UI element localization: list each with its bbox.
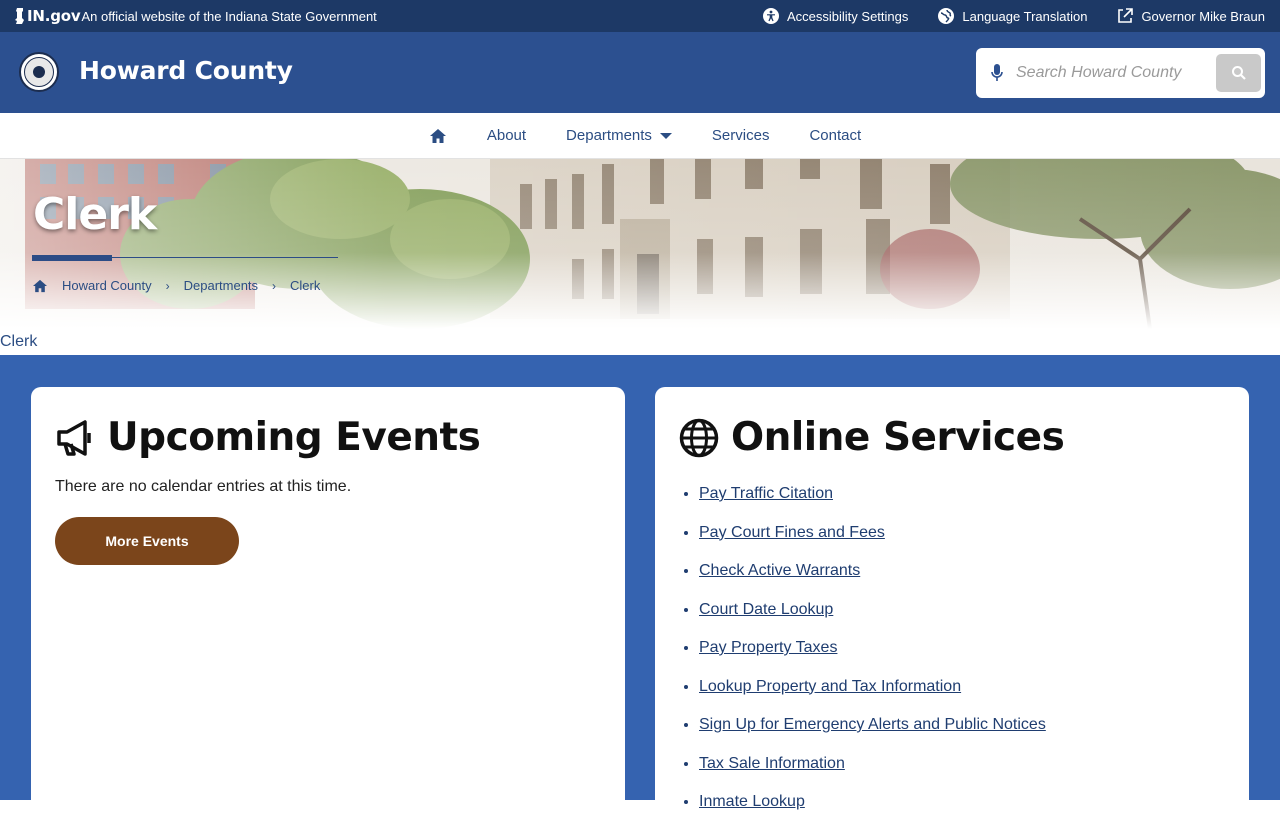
more-events-button[interactable]: More Events xyxy=(55,517,239,565)
list-item: Pay Court Fines and Fees xyxy=(699,522,1046,561)
online-services-card: Online Services Pay Traffic Citation Pay… xyxy=(655,387,1249,827)
service-link[interactable]: Court Date Lookup xyxy=(699,601,833,618)
service-link[interactable]: Pay Court Fines and Fees xyxy=(699,524,885,541)
online-services-heading: Online Services xyxy=(679,415,1065,460)
hero-banner: Clerk Howard County › Departments › Cler… xyxy=(0,159,1280,329)
language-translation-link[interactable]: Language Translation xyxy=(938,8,1087,24)
search-button[interactable] xyxy=(1216,54,1261,92)
page-title: Clerk xyxy=(33,189,157,240)
search-icon xyxy=(1231,66,1246,80)
governor-label: Governor Mike Braun xyxy=(1141,8,1265,24)
language-translation-label: Language Translation xyxy=(962,8,1088,24)
search-box xyxy=(976,48,1265,98)
nav-about[interactable]: About xyxy=(487,127,526,144)
online-services-title: Online Services xyxy=(731,415,1065,460)
courthouse-photo xyxy=(0,159,1280,329)
accessibility-settings-link[interactable]: Accessibility Settings xyxy=(763,8,908,24)
title-underline-accent xyxy=(32,255,112,261)
page-label: Clerk xyxy=(0,333,38,350)
list-item: Tax Sale Information xyxy=(699,753,1046,792)
home-icon xyxy=(429,128,446,143)
external-link-icon xyxy=(1118,8,1134,23)
list-item: Sign Up for Emergency Alerts and Public … xyxy=(699,714,1046,753)
county-seal-logo[interactable] xyxy=(19,52,59,92)
service-link[interactable]: Pay Traffic Citation xyxy=(699,485,833,502)
upcoming-events-heading: Upcoming Events xyxy=(55,415,481,460)
chevron-right-icon: › xyxy=(165,278,170,293)
service-link[interactable]: Sign Up for Emergency Alerts and Public … xyxy=(699,716,1046,733)
breadcrumb-clerk: Clerk xyxy=(290,278,321,293)
megaphone-icon xyxy=(57,419,91,456)
online-services-list: Pay Traffic Citation Pay Court Fines and… xyxy=(699,483,1046,830)
nav-services[interactable]: Services xyxy=(712,127,770,144)
chevron-right-icon: › xyxy=(272,278,277,293)
service-link[interactable]: Tax Sale Information xyxy=(699,755,845,772)
breadcrumb-departments[interactable]: Departments xyxy=(184,278,258,293)
ingov-brand[interactable]: IN.gov An official website of the Indian… xyxy=(15,5,377,27)
indiana-state-icon xyxy=(15,8,25,24)
state-bar: IN.gov An official website of the Indian… xyxy=(0,0,1280,32)
globe-icon xyxy=(679,418,719,457)
ingov-logo-text: IN.gov xyxy=(27,7,81,25)
service-link[interactable]: Inmate Lookup xyxy=(699,793,805,810)
site-header: Howard County xyxy=(0,32,1280,113)
home-icon[interactable] xyxy=(32,279,48,293)
nav-departments-label: Departments xyxy=(566,127,652,144)
nav-services-label: Services xyxy=(711,127,770,144)
nav-departments[interactable]: Departments xyxy=(566,127,672,144)
accessibility-icon xyxy=(763,8,779,24)
main-nav: About Departments Services Contact xyxy=(0,113,1280,159)
governor-link[interactable]: Governor Mike Braun xyxy=(1117,8,1265,24)
nav-contact-label: Contact xyxy=(809,127,862,144)
service-link[interactable]: Lookup Property and Tax Information xyxy=(699,678,961,695)
breadcrumb-howard-county[interactable]: Howard County xyxy=(62,278,152,293)
breadcrumb: Howard County › Departments › Clerk xyxy=(32,278,320,293)
list-item: Lookup Property and Tax Information xyxy=(699,676,1046,715)
upcoming-events-title: Upcoming Events xyxy=(107,415,481,460)
no-events-note: There are no calendar entries at this ti… xyxy=(55,478,352,495)
list-item: Court Date Lookup xyxy=(699,599,1046,638)
search-input[interactable] xyxy=(1016,58,1186,88)
globe-icon xyxy=(938,8,955,24)
main-content: Upcoming Events There are no calendar en… xyxy=(0,355,1280,827)
list-item: Pay Traffic Citation xyxy=(699,483,1046,522)
list-item: Inmate Lookup xyxy=(699,791,1046,830)
list-item: Pay Property Taxes xyxy=(699,637,1046,676)
site-title[interactable]: Howard County xyxy=(79,56,293,85)
caret-down-icon xyxy=(659,132,672,139)
accessibility-settings-label: Accessibility Settings xyxy=(787,8,909,24)
official-site-text: An official website of the Indiana State… xyxy=(81,8,377,24)
upcoming-events-card: Upcoming Events There are no calendar en… xyxy=(31,387,625,827)
nav-contact[interactable]: Contact xyxy=(809,127,861,144)
service-link[interactable]: Pay Property Taxes xyxy=(699,639,837,656)
nav-about-label: About xyxy=(486,127,527,144)
service-link[interactable]: Check Active Warrants xyxy=(699,562,860,579)
nav-home[interactable] xyxy=(429,128,447,144)
list-item: Check Active Warrants xyxy=(699,560,1046,599)
microphone-icon[interactable] xyxy=(990,63,1004,83)
